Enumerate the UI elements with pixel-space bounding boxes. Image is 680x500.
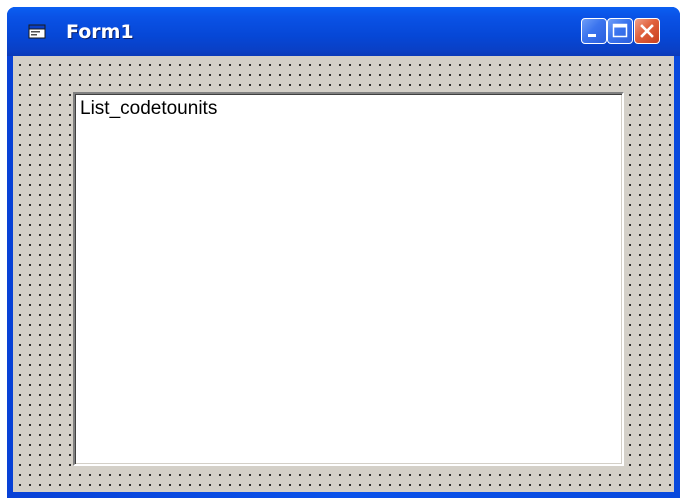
close-button[interactable]: [634, 18, 660, 44]
listbox-name-label: List_codetounits: [80, 98, 218, 119]
form-icon[interactable]: [28, 22, 46, 40]
title-bar[interactable]: Form1: [7, 7, 680, 56]
window-title: Form1: [66, 21, 134, 43]
maximize-icon: [612, 23, 628, 38]
minimize-button[interactable]: [581, 18, 607, 44]
minimize-icon: [588, 34, 596, 37]
close-icon: [640, 24, 654, 38]
maximize-button[interactable]: [607, 18, 633, 44]
form-client-area[interactable]: List_codetounits: [13, 56, 674, 492]
list-codetounits[interactable]: List_codetounits: [73, 92, 624, 466]
form-window: Form1 List_codetounits: [7, 7, 680, 498]
